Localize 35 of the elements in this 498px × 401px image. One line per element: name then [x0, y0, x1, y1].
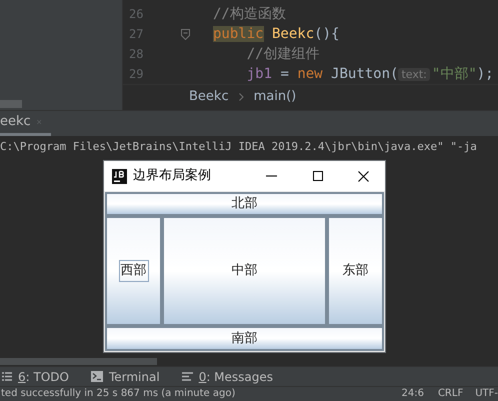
line-number: 28: [128, 46, 144, 63]
close-icon[interactable]: [358, 170, 369, 182]
tool-window-tab[interactable]: Terminal: [90, 368, 160, 386]
line-number: 29: [128, 66, 144, 83]
console-line: C:\Program Files\JetBrains\IntelliJ IDEA 2019.2.4\jbr\bin\java.exe" "-ja: [0, 139, 478, 155]
maximize-icon[interactable]: [313, 171, 323, 181]
swing-button[interactable]: 南部: [105, 326, 384, 351]
swing-button[interactable]: 北部: [105, 192, 384, 216]
list-icon: [2, 372, 12, 381]
swing-button[interactable]: 中部: [162, 216, 327, 326]
minimize-icon[interactable]: [266, 175, 277, 177]
line-number: 26: [128, 6, 144, 23]
scrollbar-thumb[interactable]: [0, 100, 22, 108]
window-title: 边界布局案例: [133, 167, 211, 186]
status-message: ted successfully in 25 s 867 ms (a minute ago): [0, 388, 236, 400]
code-line: jb1 = new JButton( text: "中部");: [246, 64, 494, 84]
line-number: 27: [128, 26, 144, 43]
swing-button[interactable]: 西部: [105, 216, 162, 326]
code-line: //创建组件: [246, 44, 320, 64]
swing-button[interactable]: 东部: [327, 216, 384, 326]
chevron-icon: [238, 92, 244, 100]
code-line: //构造函数: [213, 4, 286, 24]
tool-window-tab[interactable]: 6: TODO: [2, 368, 69, 386]
tool-window-tab[interactable]: 0: Messages: [182, 368, 274, 386]
app-logo-icon: [112, 168, 127, 184]
file-encoding[interactable]: UTF-: [475, 388, 498, 400]
code-line: public Beekc(){: [213, 24, 340, 44]
fold-icon[interactable]: [180, 28, 190, 40]
breadcrumb[interactable]: Beekc: [189, 86, 229, 106]
scrollbar-thumb[interactable]: [0, 358, 157, 365]
terminal-icon: [90, 371, 103, 382]
breadcrumb[interactable]: main(): [254, 86, 296, 106]
cursor-position[interactable]: 24:6: [401, 388, 424, 400]
line-separator[interactable]: CRLF: [438, 388, 464, 400]
messages-icon: [182, 372, 193, 381]
